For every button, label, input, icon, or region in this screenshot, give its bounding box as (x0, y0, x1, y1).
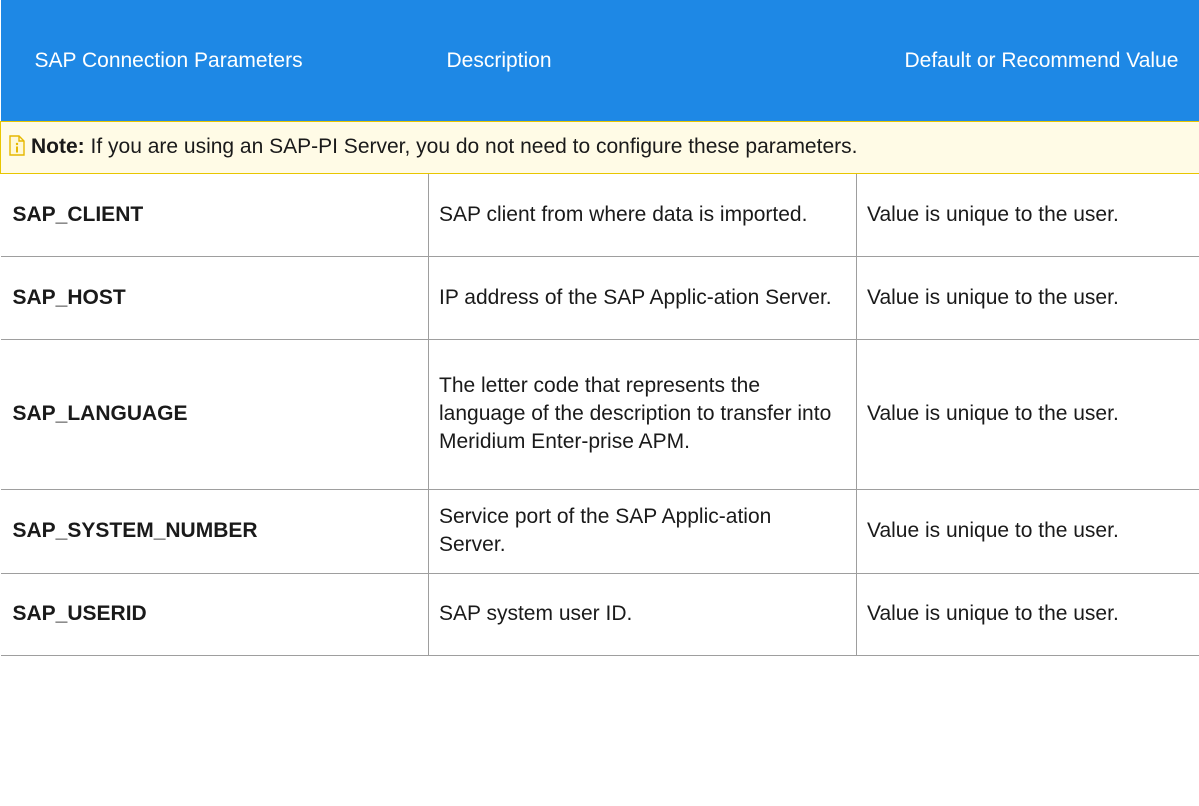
parameter-default-value: Value is unique to the user. (856, 572, 1199, 656)
table-row: SAP_HOST IP address of the SAP Applic-at… (0, 255, 1199, 340)
parameter-default-value: Value is unique to the user. (856, 338, 1199, 490)
parameter-description: SAP system user ID. (428, 572, 857, 656)
sap-connection-parameters-table: SAP Connection Parameters Description De… (0, 0, 1199, 656)
parameter-name: SAP_LANGUAGE (0, 338, 429, 490)
note-label: Note: (31, 135, 85, 158)
info-note-icon (9, 135, 25, 156)
parameter-description: The letter code that represents the lang… (428, 338, 857, 490)
parameter-name: SAP_USERID (0, 572, 429, 656)
note-row: Note: If you are using an SAP-PI Server,… (0, 120, 1199, 174)
column-header-description: Description (428, 0, 857, 121)
column-header-default-value: Default or Recommend Value (856, 0, 1199, 121)
parameter-name: SAP_HOST (0, 255, 429, 340)
table-header-row: SAP Connection Parameters Description De… (0, 0, 1199, 121)
parameter-name: SAP_SYSTEM_NUMBER (0, 488, 429, 574)
note-callout: Note: If you are using an SAP-PI Server,… (0, 120, 1199, 174)
parameter-description: Service port of the SAP Applic-ation Ser… (428, 488, 857, 574)
parameter-description: IP address of the SAP Applic-ation Serve… (428, 255, 857, 340)
table-row: SAP_CLIENT SAP client from where data is… (0, 172, 1199, 257)
parameter-default-value: Value is unique to the user. (856, 172, 1199, 257)
table-row: SAP_SYSTEM_NUMBER Service port of the SA… (0, 488, 1199, 574)
column-header-parameters: SAP Connection Parameters (0, 0, 429, 121)
parameter-default-value: Value is unique to the user. (856, 255, 1199, 340)
parameter-name: SAP_CLIENT (0, 172, 429, 257)
parameter-description: SAP client from where data is imported. (428, 172, 857, 257)
parameter-default-value: Value is unique to the user. (856, 488, 1199, 574)
note-text: If you are using an SAP-PI Server, you d… (84, 135, 858, 158)
table-row: SAP_USERID SAP system user ID. Value is … (0, 572, 1199, 656)
table-row: SAP_LANGUAGE The letter code that repres… (0, 338, 1199, 490)
